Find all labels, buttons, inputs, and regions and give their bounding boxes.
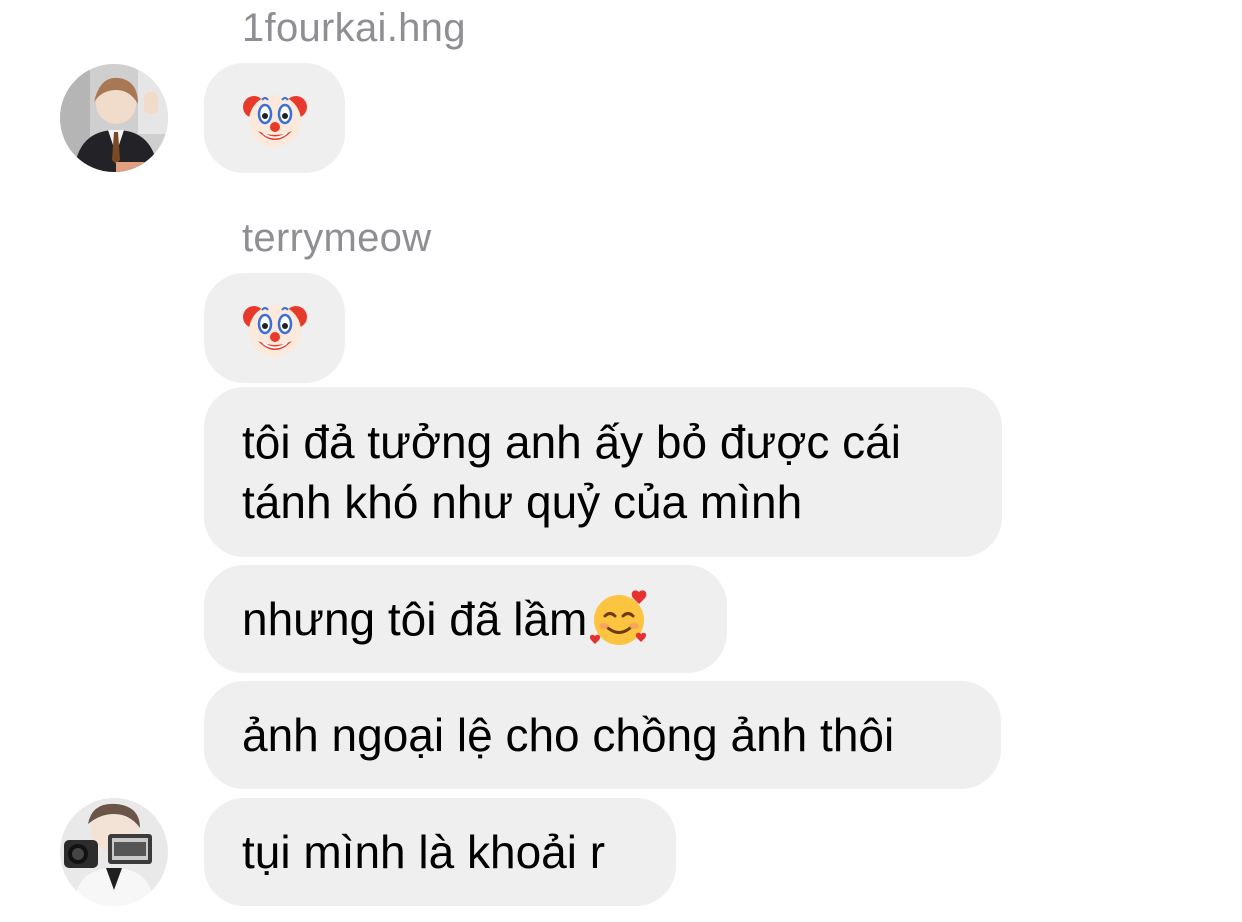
user-avatar[interactable] xyxy=(60,798,168,906)
message-text: ảnh ngoại lệ cho chồng ảnh thôi xyxy=(242,709,895,761)
message-text: tôi đả tưởng anh ấy bỏ được cái tánh khó… xyxy=(242,416,901,528)
message-bubble[interactable] xyxy=(204,63,345,173)
sender-name[interactable]: 1fourkai.hng xyxy=(242,8,466,48)
message-text: nhưng tôi đã lầm xyxy=(242,593,588,645)
clown-face-emoji-icon xyxy=(242,305,307,357)
user-avatar-photo-icon xyxy=(60,64,168,172)
user-avatar-photo-icon xyxy=(60,798,168,906)
message-bubble[interactable]: nhưng tôi đã lầm xyxy=(204,565,727,673)
user-avatar[interactable] xyxy=(60,64,168,172)
smiling-face-with-hearts-emoji-icon xyxy=(590,590,647,645)
sender-name[interactable]: terrymeow xyxy=(242,218,431,258)
message-bubble[interactable] xyxy=(204,273,345,383)
message-text: tụi mình là khoải r xyxy=(242,826,606,878)
clown-face-emoji-icon xyxy=(242,95,307,147)
message-bubble[interactable]: tôi đả tưởng anh ấy bỏ được cái tánh khó… xyxy=(204,387,1002,557)
message-bubble[interactable]: ảnh ngoại lệ cho chồng ảnh thôi xyxy=(204,681,1001,789)
message-bubble[interactable]: tụi mình là khoải r xyxy=(204,798,676,906)
